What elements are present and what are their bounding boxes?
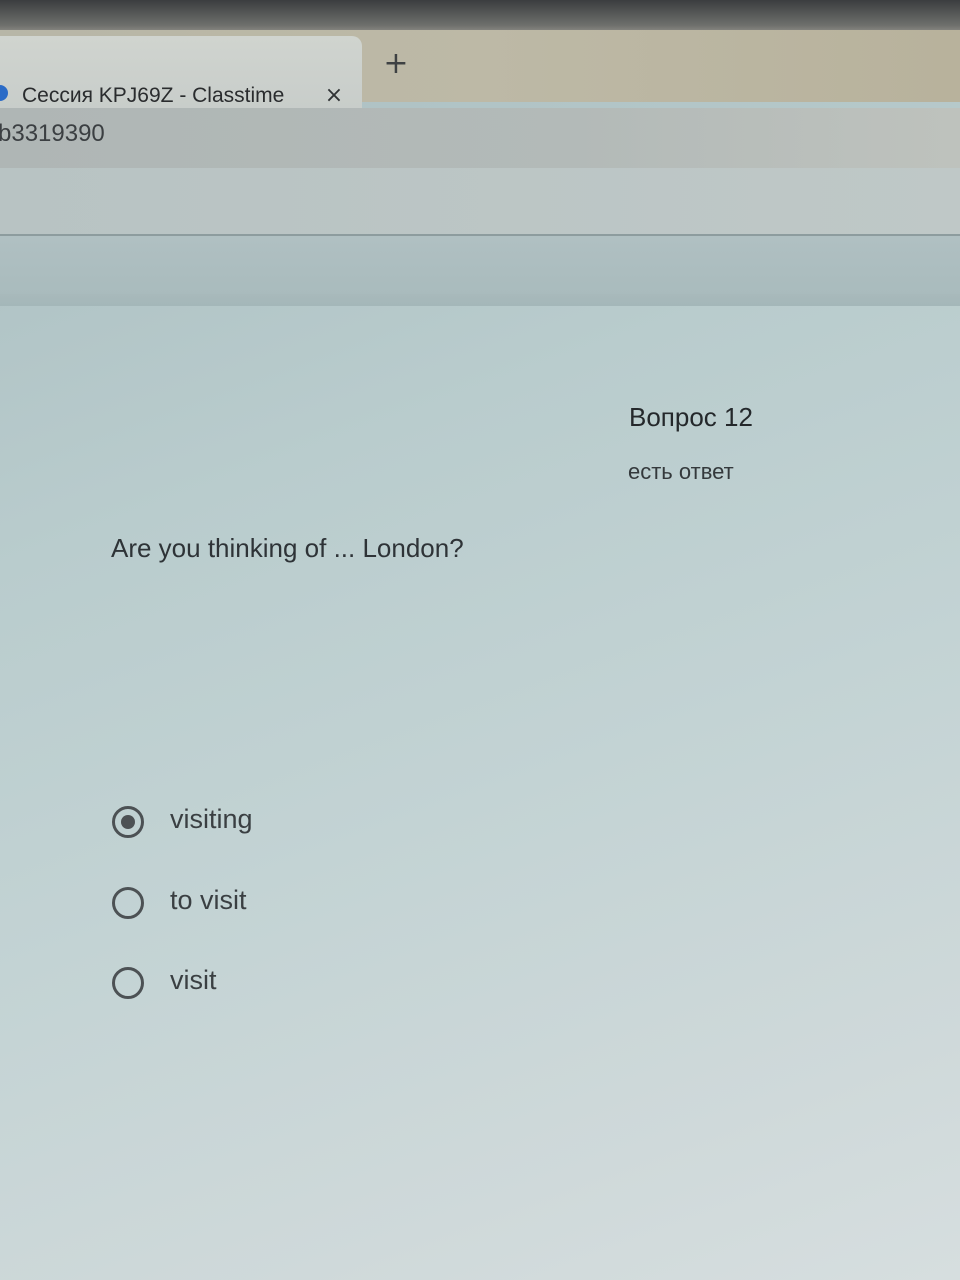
answer-option-visit[interactable]: visit — [112, 965, 412, 1005]
radio-button-icon[interactable] — [112, 806, 144, 838]
radio-button-icon[interactable] — [112, 887, 144, 919]
new-tab-button[interactable]: + — [382, 48, 410, 80]
answer-option-label: visiting — [170, 804, 253, 834]
answer-status: есть ответ — [628, 459, 734, 484]
section-divider — [0, 294, 960, 306]
address-bar[interactable] — [0, 108, 960, 168]
browser-tab-active[interactable]: Сессия KPJ69Z - Classtime × — [0, 36, 362, 108]
classtime-favicon-icon — [0, 85, 8, 101]
address-url-text[interactable]: b3319390 — [0, 120, 105, 148]
question-number: Вопрос 12 — [629, 402, 753, 432]
answer-option-visiting[interactable]: visiting — [112, 804, 412, 844]
answer-option-label: visit — [170, 965, 217, 995]
question-text: Are you thinking of ... London? — [111, 533, 464, 563]
answer-option-to-visit[interactable]: to visit — [112, 885, 412, 925]
tab-close-icon[interactable]: × — [320, 82, 348, 110]
page-header-band — [0, 236, 960, 296]
page-top-area — [0, 168, 960, 234]
tab-title: Сессия KPJ69Z - Classtime — [22, 84, 285, 107]
answer-option-label: to visit — [170, 885, 247, 915]
radio-button-icon[interactable] — [112, 967, 144, 999]
